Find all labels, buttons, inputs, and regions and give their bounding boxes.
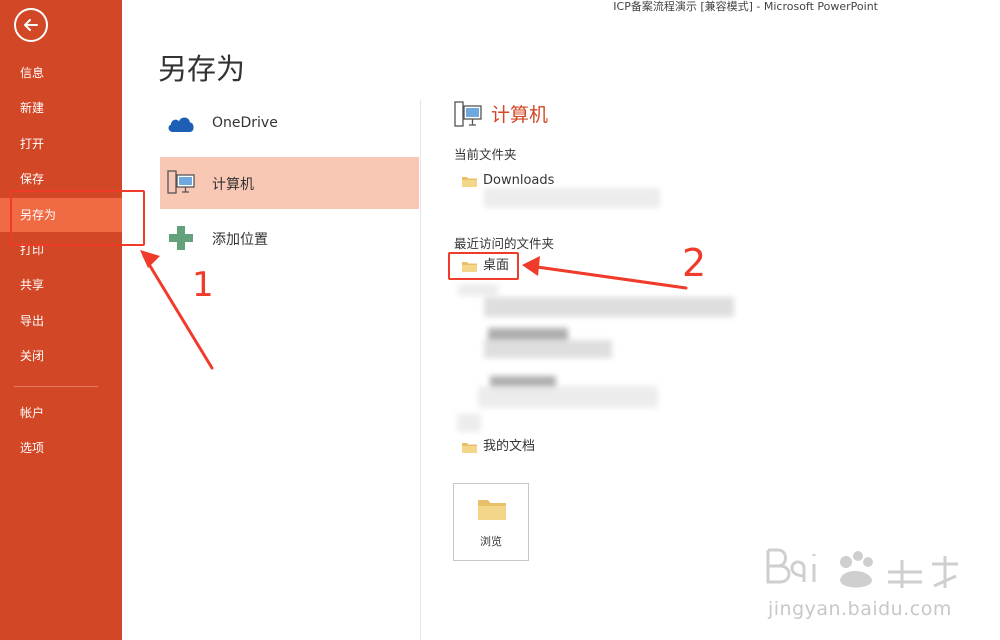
blurred-folder [457, 414, 481, 432]
cloud-icon [168, 117, 194, 132]
location-computer[interactable]: 计算机 [160, 157, 419, 209]
arrow-left-icon [24, 19, 38, 31]
location-label: 计算机 [212, 177, 254, 193]
blurred-path [484, 188, 660, 208]
folder-icon [478, 500, 506, 520]
blurred-path [484, 340, 612, 358]
highlight-box-save-as [10, 190, 145, 246]
nav-item-share[interactable]: 共享 [0, 268, 122, 302]
panel-heading: 计算机 [491, 104, 549, 126]
backstage-sidebar: 信息 新建 打开 保存 另存为 打印 共享 导出 关闭 帐户 选项 [0, 0, 122, 640]
blurred-folder [458, 284, 498, 296]
annotation-label-1: 1 [192, 265, 214, 305]
annotation-label-2: 2 [682, 241, 706, 285]
highlight-box-desktop [448, 252, 519, 280]
computer-icon [167, 170, 195, 194]
nav-item-info[interactable]: 信息 [0, 56, 122, 90]
sidebar-divider [14, 386, 98, 387]
window-title: ICP备案流程演示 [兼容模式] - Microsoft PowerPoint [613, 0, 878, 13]
folder-icon [462, 443, 477, 453]
folder-icon [462, 177, 477, 187]
nav-item-close[interactable]: 关闭 [0, 339, 122, 373]
back-button[interactable] [14, 8, 48, 42]
page-title: 另存为 [158, 52, 246, 86]
browse-button[interactable]: 浏览 [453, 483, 529, 561]
blurred-path [484, 297, 734, 317]
blurred-path [478, 386, 658, 408]
folder-name: 我的文档 [483, 439, 536, 454]
panel-divider [420, 100, 421, 640]
baidu-watermark-logo [766, 548, 958, 588]
nav-item-open[interactable]: 打开 [0, 127, 122, 161]
annotation-arrow-2: 2 [522, 241, 706, 290]
nav-item-new[interactable]: 新建 [0, 91, 122, 125]
annotation-arrow-1: 1 [140, 250, 214, 370]
location-onedrive[interactable]: OneDrive [160, 98, 419, 150]
nav-item-options[interactable]: 选项 [0, 431, 122, 465]
location-label: OneDrive [212, 115, 278, 131]
current-folder-title: 当前文件夹 [454, 147, 517, 162]
browse-label: 浏览 [480, 535, 502, 548]
nav-item-export[interactable]: 导出 [0, 304, 122, 338]
nav-item-account[interactable]: 帐户 [0, 396, 122, 430]
baidu-watermark-url: jingyan.baidu.com [768, 598, 952, 620]
computer-icon [454, 101, 482, 127]
